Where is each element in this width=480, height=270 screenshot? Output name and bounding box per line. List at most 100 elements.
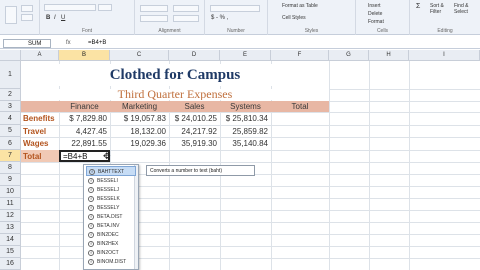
- function-icon: f: [88, 223, 94, 229]
- column-label: Finance: [70, 102, 99, 111]
- cell-styles-button[interactable]: Cell Styles: [282, 15, 306, 21]
- table-cell[interactable]: $ 25,810.34: [220, 114, 268, 123]
- autocomplete-item-label: BIN2OCT: [97, 250, 119, 256]
- font-size-select[interactable]: [98, 4, 112, 11]
- table-cell[interactable]: $ 24,010.25: [169, 114, 217, 123]
- row-header[interactable]: 8: [0, 162, 21, 174]
- autocomplete-item-label: BESSELY: [97, 205, 120, 211]
- autocomplete-item-label: BESSELI: [97, 178, 118, 184]
- find-select-button[interactable]: Find & Select: [454, 3, 478, 15]
- autocomplete-item-label: BETA.INV: [97, 223, 120, 229]
- row-header[interactable]: 9: [0, 174, 21, 186]
- gridline: [329, 61, 330, 270]
- table-cell[interactable]: 4,427.45: [59, 127, 107, 136]
- row-label: Benefits: [23, 114, 55, 123]
- format-as-table-button[interactable]: Format as Table: [282, 3, 318, 9]
- row-header[interactable]: 4: [0, 112, 21, 125]
- column-label: Marketing: [121, 102, 158, 111]
- sheet-title: Clothed for Campus: [21, 64, 329, 86]
- row-label: Wages: [23, 139, 49, 148]
- autocomplete-item[interactable]: f BINOM.DIST: [86, 257, 136, 267]
- currency-icon[interactable]: $ - % ,: [211, 15, 228, 21]
- row-header[interactable]: 13: [0, 222, 21, 234]
- column-header[interactable]: D: [169, 50, 220, 61]
- font-group-label: Font: [81, 28, 92, 34]
- name-box[interactable]: SUM: [3, 39, 51, 48]
- alignment-group: Alignment: [135, 0, 205, 35]
- merge-center-button[interactable]: [173, 15, 199, 22]
- formula-input[interactable]: =B4+B: [88, 38, 106, 49]
- ribbon: B I U Font Alignment $ - % , Number Form…: [0, 0, 480, 35]
- select-all-corner[interactable]: [0, 50, 21, 61]
- italic-icon[interactable]: I: [54, 15, 56, 21]
- paste-icon[interactable]: [5, 6, 17, 24]
- autocomplete-item-label: BIN2HEX: [97, 241, 119, 247]
- row-header[interactable]: 10: [0, 186, 21, 198]
- column-header[interactable]: I: [409, 50, 480, 61]
- autocomplete-item-label: BIN2DEC: [97, 232, 119, 238]
- column-header[interactable]: A: [21, 50, 59, 61]
- delete-button[interactable]: Delete: [368, 11, 382, 17]
- table-cell[interactable]: 22,891.55: [59, 139, 107, 148]
- copy-icon[interactable]: [21, 14, 33, 21]
- row-header[interactable]: 14: [0, 234, 21, 246]
- column-header[interactable]: F: [271, 50, 329, 61]
- column-header[interactable]: H: [369, 50, 409, 61]
- cursor-icon: ✥: [103, 151, 111, 161]
- autosum-icon[interactable]: Σ: [416, 3, 420, 10]
- autocomplete-item-label: BESSELJ: [97, 187, 119, 193]
- autocomplete-item-label: BAHTTEXT: [98, 169, 125, 175]
- row-header[interactable]: 1: [0, 61, 21, 89]
- align-left-icon[interactable]: [140, 15, 168, 22]
- table-cell[interactable]: 35,140.84: [220, 139, 268, 148]
- table-cell[interactable]: 25,859.82: [220, 127, 268, 136]
- function-autocomplete-list[interactable]: f BAHTTEXT f BESSELI f BESSELJ f BESSELK f BE…: [83, 164, 139, 270]
- table-cell[interactable]: 19,029.36: [110, 139, 166, 148]
- table-cell[interactable]: $ 19,057.83: [110, 114, 166, 123]
- row-header[interactable]: 11: [0, 198, 21, 210]
- function-icon: f: [88, 214, 94, 220]
- fx-icon[interactable]: fx: [66, 38, 71, 49]
- column-header[interactable]: G: [329, 50, 369, 61]
- table-cell[interactable]: $ 7,829.80: [59, 114, 107, 123]
- cells-group: Insert Delete Format Cells: [356, 0, 410, 35]
- row-header[interactable]: 12: [0, 210, 21, 222]
- insert-button[interactable]: Insert: [368, 3, 381, 9]
- editing-group: Σ Sort & Filter Find & Select Editing: [410, 0, 480, 35]
- row-header[interactable]: 3: [0, 101, 21, 112]
- function-icon: f: [88, 187, 94, 193]
- row-label: Travel: [23, 127, 47, 136]
- table-cell[interactable]: 35,919.30: [169, 139, 217, 148]
- column-header[interactable]: B: [59, 50, 110, 61]
- function-icon: f: [88, 205, 94, 211]
- number-format-select[interactable]: [210, 5, 260, 12]
- number-group-label: Number: [227, 28, 245, 34]
- table-cell[interactable]: 18,132.00: [110, 127, 166, 136]
- column-header[interactable]: E: [220, 50, 271, 61]
- autocomplete-item[interactable]: f BAHTTEXT: [86, 166, 136, 176]
- row-header[interactable]: 6: [0, 137, 21, 150]
- row-header[interactable]: 2: [0, 89, 21, 101]
- gridline: [21, 112, 480, 113]
- function-icon: f: [88, 232, 94, 238]
- bold-icon[interactable]: B: [46, 15, 50, 21]
- cut-icon[interactable]: [21, 5, 33, 12]
- row-header[interactable]: 15: [0, 246, 21, 258]
- format-button[interactable]: Format: [368, 19, 384, 25]
- function-icon: f: [88, 250, 94, 256]
- column-label: Sales: [184, 102, 205, 111]
- gridline: [21, 137, 480, 138]
- table-cell[interactable]: 24,217.92: [169, 127, 217, 136]
- column-label: Systems: [230, 102, 261, 111]
- row-header[interactable]: 7: [0, 150, 21, 162]
- wrap-text-button[interactable]: [173, 5, 199, 12]
- font-name-select[interactable]: [44, 4, 96, 11]
- sort-filter-button[interactable]: Sort & Filter: [430, 3, 452, 15]
- column-header[interactable]: C: [110, 50, 169, 61]
- number-group: $ - % , Number: [205, 0, 268, 35]
- row-header[interactable]: 5: [0, 125, 21, 137]
- styles-group: Format as Table Cell Styles Styles: [268, 0, 356, 35]
- align-top-icon[interactable]: [140, 5, 168, 12]
- underline-icon[interactable]: U: [61, 15, 65, 21]
- row-header[interactable]: 16: [0, 258, 21, 270]
